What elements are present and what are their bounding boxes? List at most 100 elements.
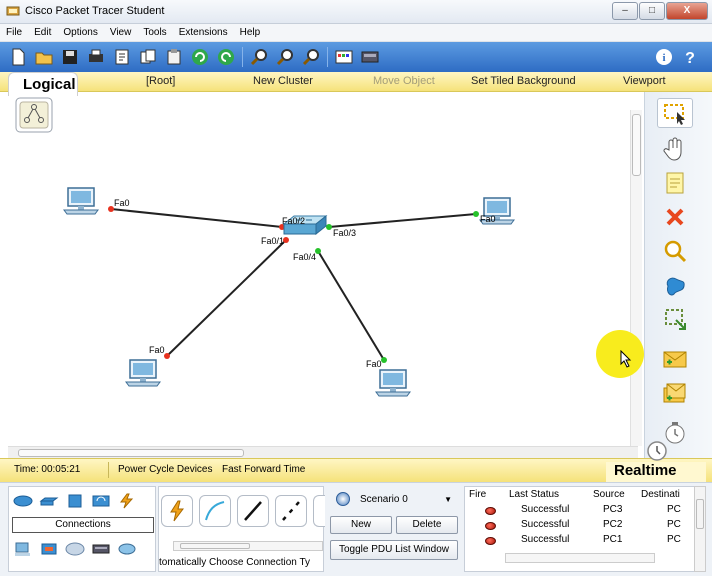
table-row[interactable]: Successful PC3 PC	[465, 503, 697, 519]
redo-icon[interactable]	[216, 47, 236, 67]
new-file-icon[interactable]	[8, 47, 28, 67]
power-cycle-devices-button[interactable]: Power Cycle Devices	[118, 464, 212, 475]
hubs-icon[interactable]	[65, 493, 85, 509]
pc-icon[interactable]	[125, 359, 161, 387]
pdu-vertical-scrollbar[interactable]	[694, 486, 706, 572]
wan-emulation-icon[interactable]	[65, 541, 85, 557]
copper-cross-over-icon[interactable]	[275, 495, 307, 527]
info-icon[interactable]: i	[654, 47, 674, 67]
fiber-cable-icon[interactable]	[313, 495, 325, 527]
maximize-button[interactable]: □	[639, 2, 665, 20]
table-row[interactable]: Successful PC1 PC	[465, 533, 697, 549]
logical-workspace[interactable]: Fa0 Fa0 Fa0 Fa0 Fa0/2 Fa0/1 Fa0/3 Fa0/4	[8, 96, 642, 458]
hand-icon[interactable]	[657, 134, 693, 164]
connections-category-icon[interactable]	[117, 493, 137, 509]
console-cable-icon[interactable]	[199, 495, 231, 527]
pdu-horizontal-scrollbar[interactable]	[505, 553, 655, 563]
switches-icon[interactable]	[39, 493, 59, 509]
fire-indicator-icon[interactable]	[485, 537, 496, 545]
auto-connection-icon[interactable]	[161, 495, 193, 527]
realtime-clock-icon[interactable]	[646, 440, 668, 462]
connection-types-scrollbar[interactable]	[173, 541, 323, 551]
column-header-destination[interactable]: Destinati	[641, 489, 680, 500]
chevron-down-icon: ▼	[444, 495, 452, 504]
menu-extensions[interactable]: Extensions	[179, 27, 228, 38]
menu-help[interactable]: Help	[240, 27, 261, 38]
wireless-devices-icon[interactable]	[91, 493, 111, 509]
scroll-thumb[interactable]	[632, 114, 641, 176]
add-complex-pdu-icon[interactable]	[657, 378, 693, 408]
save-icon[interactable]	[60, 47, 80, 67]
realtime-tab[interactable]: Realtime	[606, 462, 706, 482]
scenario-select-value: Scenario 0	[360, 494, 408, 505]
security-icon[interactable]	[39, 541, 59, 557]
end-devices-icon[interactable]	[13, 541, 33, 557]
scenario-select[interactable]: Scenario 0 ▼	[360, 492, 454, 508]
routers-icon[interactable]	[13, 493, 33, 509]
toggle-pdu-list-button[interactable]: Toggle PDU List Window	[330, 540, 458, 560]
copy-icon[interactable]	[138, 47, 158, 67]
pc-icon[interactable]	[63, 187, 99, 215]
scroll-thumb[interactable]	[696, 499, 704, 529]
fire-indicator-icon[interactable]	[485, 522, 496, 530]
scenario-info-icon[interactable]	[336, 492, 350, 506]
logical-tab[interactable]: Logical	[8, 72, 78, 96]
table-row[interactable]: Successful PC2 PC	[465, 518, 697, 534]
root-link[interactable]: [Root]	[146, 75, 175, 87]
status-cell: Successful	[521, 504, 570, 515]
drawing-palette-icon[interactable]	[334, 47, 354, 67]
pdu-list-table: Fire Last Status Source Destinati Succes…	[464, 486, 696, 572]
new-scenario-button[interactable]: New	[330, 516, 392, 534]
custom-device-icon[interactable]	[360, 47, 380, 67]
cluster-icon[interactable]	[15, 97, 53, 133]
set-tiled-background-button[interactable]: Set Tiled Background	[471, 75, 576, 87]
scroll-thumb[interactable]	[18, 449, 244, 457]
paste-icon[interactable]	[164, 47, 184, 67]
copper-straight-through-icon[interactable]	[237, 495, 269, 527]
menu-options[interactable]: Options	[63, 27, 97, 38]
open-folder-icon[interactable]	[34, 47, 54, 67]
fast-forward-time-button[interactable]: Fast Forward Time	[222, 464, 305, 475]
draw-shape-icon[interactable]	[657, 270, 693, 300]
delete-icon[interactable]	[657, 202, 693, 232]
custom-devices-icon[interactable]	[91, 541, 111, 557]
menu-tools[interactable]: Tools	[143, 27, 166, 38]
pc-icon[interactable]	[375, 369, 411, 397]
link-pc-top-left[interactable]	[110, 208, 283, 228]
workspace-vertical-scrollbar[interactable]	[630, 110, 642, 446]
close-button[interactable]: X	[666, 2, 708, 20]
note-icon[interactable]	[657, 168, 693, 198]
multiuser-connection-icon[interactable]	[117, 541, 137, 557]
undo-icon[interactable]	[190, 47, 210, 67]
add-simple-pdu-icon[interactable]	[657, 344, 693, 374]
fire-indicator-icon[interactable]	[485, 507, 496, 515]
workspace-horizontal-scrollbar[interactable]	[8, 446, 638, 458]
print-icon[interactable]	[86, 47, 106, 67]
resize-shape-icon[interactable]	[657, 304, 693, 334]
select-tool-icon[interactable]	[657, 98, 693, 128]
column-header-fire[interactable]: Fire	[469, 489, 486, 500]
link-pc-bottom-left[interactable]	[166, 239, 287, 357]
topology-canvas[interactable]: Fa0 Fa0 Fa0 Fa0 Fa0/2 Fa0/1 Fa0/3 Fa0/4	[8, 96, 642, 458]
help-icon[interactable]: ?	[680, 47, 700, 67]
link-pc-bottom-right[interactable]	[317, 250, 385, 361]
link-light-green	[326, 224, 332, 230]
delete-scenario-button[interactable]: Delete	[396, 516, 458, 534]
scroll-thumb[interactable]	[180, 543, 250, 549]
column-header-source[interactable]: Source	[593, 489, 625, 500]
menu-file[interactable]: File	[6, 27, 22, 38]
menu-view[interactable]: View	[110, 27, 132, 38]
zoom-reset-icon[interactable]	[275, 47, 295, 67]
menu-edit[interactable]: Edit	[34, 27, 51, 38]
column-header-last-status[interactable]: Last Status	[509, 489, 559, 500]
new-cluster-button[interactable]: New Cluster	[253, 75, 313, 87]
minimize-button[interactable]: –	[612, 2, 638, 20]
port-label: Fa0	[114, 198, 130, 208]
viewport-button[interactable]: Viewport	[623, 75, 666, 87]
inspect-icon[interactable]	[657, 236, 693, 266]
link-pc-top-right[interactable]	[328, 213, 477, 228]
activity-wizard-icon[interactable]	[112, 47, 132, 67]
connection-type-hint: tomatically Choose Connection Ty	[159, 557, 311, 568]
zoom-in-icon[interactable]	[249, 47, 269, 67]
zoom-out-icon[interactable]	[301, 47, 321, 67]
